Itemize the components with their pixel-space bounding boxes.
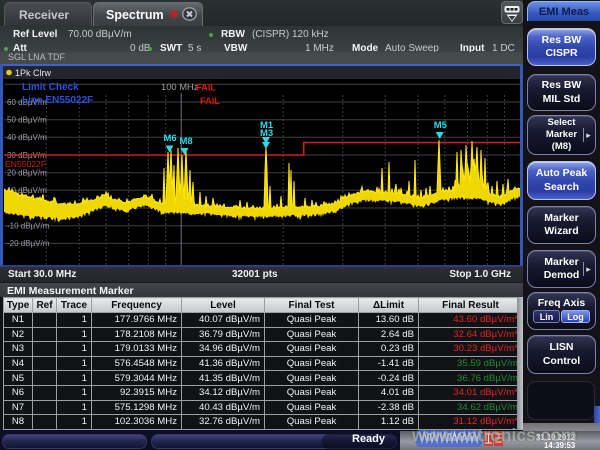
svg-text:Limit Check: Limit Check: [22, 82, 79, 93]
svg-text:20 dBµV/m: 20 dBµV/m: [7, 169, 47, 178]
svg-text:FAIL: FAIL: [196, 83, 216, 93]
svg-text:-10 dBµV/m: -10 dBµV/m: [7, 222, 50, 231]
svg-text:100 MHz: 100 MHz: [161, 81, 199, 92]
svg-text:Line EN55022F: Line EN55022F: [22, 95, 93, 106]
svg-text:M8: M8: [180, 136, 193, 147]
svg-text:40 dBµV/m: 40 dBµV/m: [7, 133, 47, 142]
svg-text:FAIL: FAIL: [200, 96, 220, 106]
svg-text:50 dBµV/m: 50 dBµV/m: [7, 116, 47, 125]
svg-text:EN55022F: EN55022F: [5, 159, 46, 169]
svg-text:-20 dBµV/m: -20 dBµV/m: [7, 239, 50, 248]
svg-text:M6: M6: [164, 133, 177, 144]
svg-text:M5: M5: [434, 120, 448, 131]
svg-text:1Pk Clrw: 1Pk Clrw: [15, 68, 52, 78]
